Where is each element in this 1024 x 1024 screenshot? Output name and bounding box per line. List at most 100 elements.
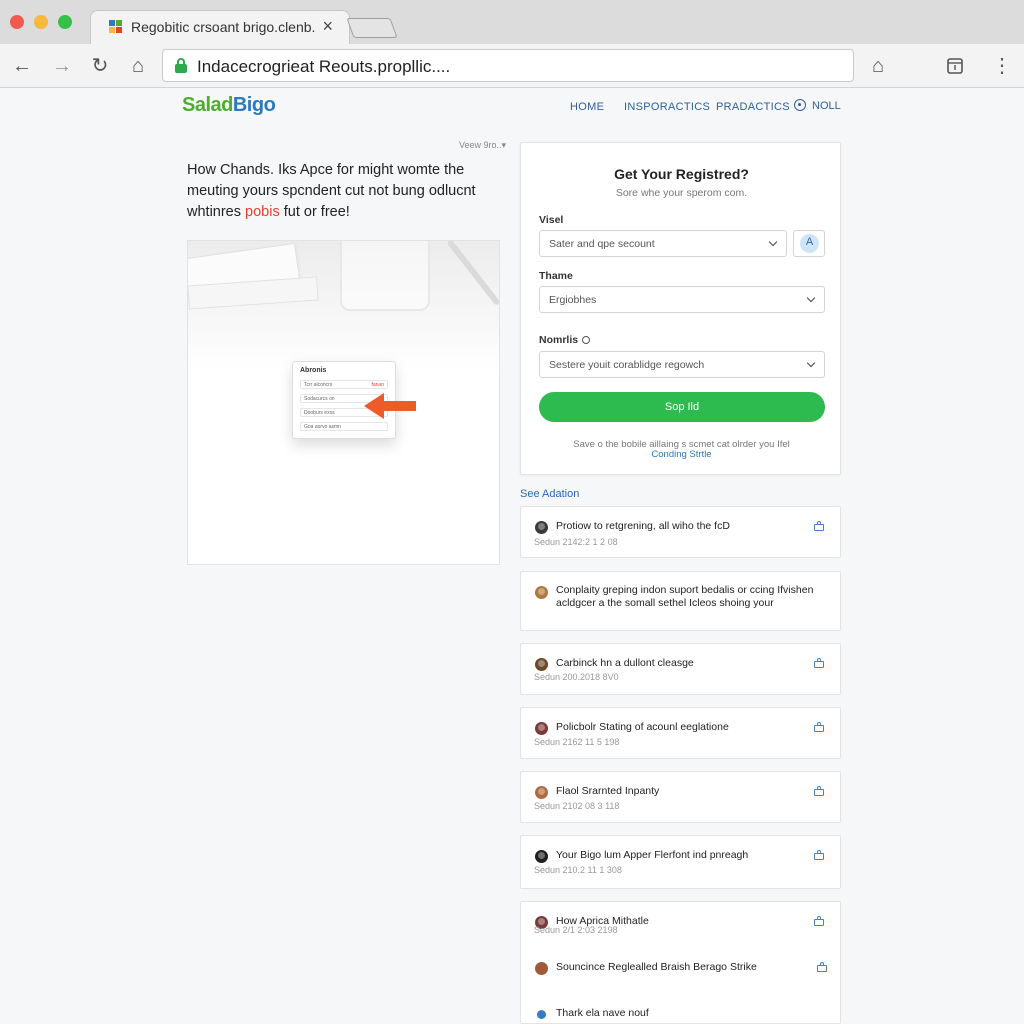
mini-row: Goa aorvo asmn	[300, 422, 388, 431]
mini-row-label: Tcrr alconcrs	[304, 382, 333, 388]
back-arrow-icon[interactable]: ←	[10, 54, 34, 78]
address-bar[interactable]: Indacecrogrieat Reouts.propllic....	[162, 49, 854, 82]
field-label-nomrlis: Nomrlis	[539, 334, 591, 346]
activity-item[interactable]: Policbolr Stating of acounl eeglatione Se…	[520, 707, 841, 759]
nav-noll[interactable]: NOLL	[794, 99, 841, 112]
activity-title: Conplaity greping indon suport bedalis o…	[556, 584, 814, 609]
headline-line-3-start: whtinres	[187, 204, 241, 220]
lock-icon[interactable]	[814, 850, 826, 860]
tab-title: Regobitic crsoant brigo.clenb.	[131, 19, 316, 35]
tab-close-icon[interactable]: ×	[322, 16, 333, 37]
nav-insporactics[interactable]: INSPORACTICS	[624, 101, 710, 113]
activity-title: Your Bigo lum Apper Flerfont ind pnreagh	[556, 849, 749, 861]
visel-select[interactable]: Sater and qpe secount	[539, 230, 787, 257]
lock-icon[interactable]	[814, 521, 826, 531]
help-icon[interactable]	[582, 336, 591, 344]
lock-icon[interactable]	[814, 786, 826, 796]
browser-tab-active[interactable]: Regobitic crsoant brigo.clenb. ×	[90, 10, 350, 44]
mini-row-label: Goa aorvo asmn	[304, 424, 341, 430]
browser-tab-bar: Regobitic crsoant brigo.clenb. ×	[0, 0, 1024, 44]
avatar	[535, 521, 548, 534]
activity-item[interactable]: Your Bigo lum Apper Flerfont ind pnreagh…	[520, 835, 841, 889]
lock-icon[interactable]	[814, 916, 826, 926]
window-close-button[interactable]	[10, 15, 24, 29]
chevron-down-icon	[768, 237, 778, 247]
tab-icon[interactable]	[943, 54, 967, 78]
home-icon[interactable]: ⌂	[126, 54, 150, 78]
activity-item[interactable]: Flaol Srarnted Inpanty Sedun 2102 08 3 11…	[520, 771, 841, 823]
mini-row-label: Dooburs exss	[304, 410, 335, 416]
nav-noll-label: NOLL	[812, 100, 841, 112]
chevron-down-icon	[806, 293, 816, 303]
registration-link[interactable]: Conding Strtle	[521, 449, 842, 460]
thame-select[interactable]: Ergiobhes	[539, 286, 825, 313]
activity-title: Flaol Srarnted Inpanty	[556, 785, 660, 797]
activity-subitem[interactable]: Souncince Reglealled Braish Berago Strik…	[534, 960, 830, 978]
activity-title: Policbolr Stating of acounl eeglatione	[556, 721, 729, 733]
activity-item[interactable]: Carbinck hn a dullont cleasge Sedun 200.2…	[520, 643, 841, 695]
registration-card: Get Your Registred? Sore whe your sperom…	[520, 142, 841, 475]
account-icon: A	[800, 234, 819, 253]
address-url[interactable]: Indacecrogrieat Reouts.propllic....	[197, 57, 450, 77]
signup-button[interactable]: Sop Ild	[539, 392, 825, 422]
more-vertical-icon[interactable]: ⋮	[990, 54, 1014, 78]
nav-home[interactable]: HOME	[570, 101, 604, 113]
article-headline: How Chands. Iks Apce for might womte the…	[187, 160, 507, 223]
nav-pradactics[interactable]: PRADACTICS	[716, 101, 790, 113]
chevron-down-icon	[806, 358, 816, 368]
lock-icon[interactable]	[814, 658, 826, 668]
activity-meta: Sedun 2/1 2:03 2198	[534, 925, 618, 935]
mini-row-label: Sodacurcs on	[304, 396, 335, 402]
avatar	[535, 586, 548, 599]
headline-highlight: pobis	[245, 204, 280, 220]
lock-icon[interactable]	[817, 962, 829, 972]
thame-select-value: Ergiobhes	[549, 294, 597, 306]
visel-select-value: Sater and qpe secount	[549, 238, 655, 250]
nomrlis-select[interactable]: Sestere youit corablidge regowch	[539, 351, 825, 378]
activity-item[interactable]: Protiow to retgrening, all wiho the fcD S…	[520, 506, 841, 558]
avatar	[535, 850, 548, 863]
mini-card-title: Abronis	[300, 367, 327, 374]
avatar	[535, 786, 548, 799]
home-icon[interactable]: ⌂	[866, 54, 890, 78]
activity-meta: Sedun 210.2 11 1 308	[534, 865, 622, 875]
field-label-thame: Thame	[539, 270, 573, 282]
hero-image: Abronis Tcrr alconcrs fanan Sodacurcs on …	[187, 240, 500, 565]
forward-arrow-icon[interactable]: →	[50, 54, 74, 78]
lock-icon[interactable]	[814, 722, 826, 732]
activity-meta: Sedun 2142:2 1 2 08	[534, 537, 618, 547]
activity-meta: Sedun 2162 11 5 198	[534, 737, 620, 747]
lock-icon	[175, 58, 187, 73]
activity-subitem-title: Souncince Reglealled Braish Berago Strik…	[556, 961, 757, 973]
activity-item[interactable]: Conplaity greping indon suport bedalis o…	[520, 571, 841, 631]
site-favicon-icon	[109, 20, 123, 34]
headline-line-2: meuting yours spcndent cut not bung odlu…	[187, 183, 476, 199]
activity-title: Protiow to retgrening, all wiho the fcD	[556, 520, 730, 532]
reload-icon[interactable]: ↻	[88, 54, 112, 78]
window-maximize-button[interactable]	[58, 15, 72, 29]
registration-subtitle: Sore whe your sperom com.	[615, 187, 748, 199]
site-logo[interactable]: SaladBigo	[182, 94, 276, 117]
mini-row-tag: fanan	[371, 382, 384, 388]
logo-part-2: Bigo	[232, 94, 276, 116]
account-icon-button[interactable]: A	[793, 230, 825, 257]
avatar	[537, 1010, 546, 1019]
activity-heading-link[interactable]: See Adation	[520, 488, 579, 500]
browser-toolbar: ← → ↻ ⌂ Indacecrogrieat Reouts.propllic.…	[0, 44, 1024, 88]
target-icon	[794, 99, 806, 111]
activity-item[interactable]: How Aprica Mithatle Sedun 2/1 2:03 2198 So…	[520, 901, 841, 1024]
avatar	[535, 658, 548, 671]
view-source-dropdown[interactable]: Veew 9ro..▾	[459, 140, 506, 151]
pointer-arrow-icon	[364, 393, 416, 419]
activity-subitem-title: Thark ela nave nouf	[556, 1007, 649, 1019]
activity-title: Carbinck hn a dullont cleasge	[556, 657, 694, 669]
window-minimize-button[interactable]	[34, 15, 48, 29]
headline-line-3: whtinres pobis fut or free!	[187, 202, 507, 223]
activity-meta: Sedun 200.2018 8V0	[534, 672, 619, 682]
logo-part-1: Salad	[182, 94, 233, 116]
nomrlis-select-value: Sestere youit corablidge regowch	[549, 359, 705, 371]
activity-subitem[interactable]: Thark ela nave nouf	[534, 1006, 830, 1024]
new-tab-button[interactable]	[346, 18, 398, 38]
avatar	[535, 962, 548, 975]
nomrlis-label-text: Nomrlis	[539, 334, 579, 346]
